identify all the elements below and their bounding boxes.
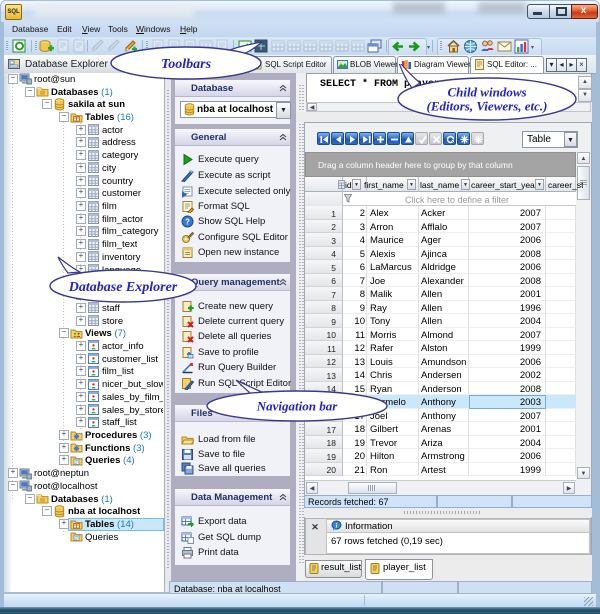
svg-text:Database Explorer: Database Explorer	[68, 280, 178, 295]
svg-text:(Editors, Viewers, etc.): (Editors, Viewers, etc.)	[427, 99, 548, 114]
svg-text:Child windows: Child windows	[447, 85, 526, 100]
svg-text:i: i	[336, 523, 338, 530]
svg-text:?: ?	[185, 217, 190, 226]
svg-text:Toolbars: Toolbars	[161, 57, 212, 72]
svg-text:Navigation bar: Navigation bar	[256, 399, 338, 414]
